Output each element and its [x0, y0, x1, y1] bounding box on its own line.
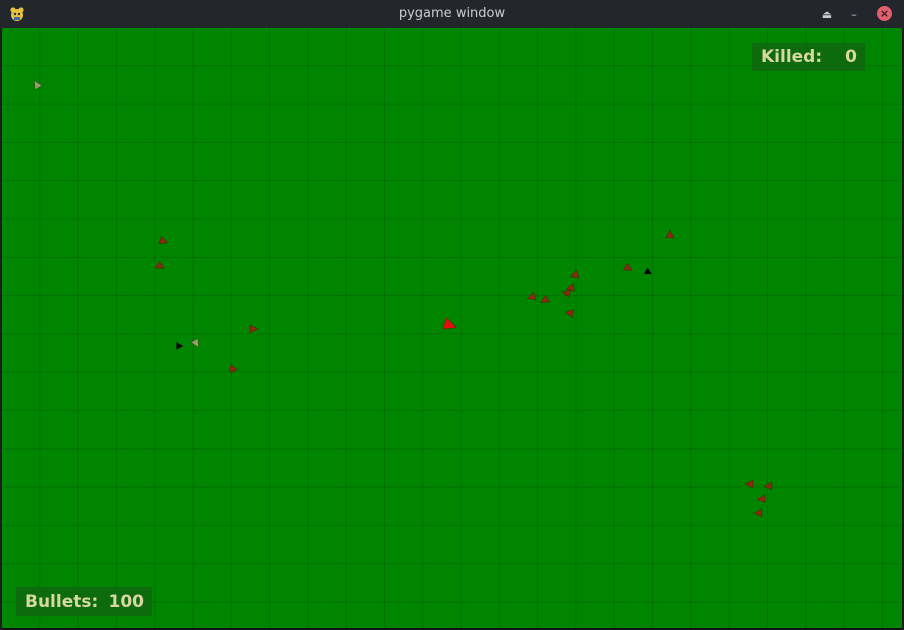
enemy-sprite	[763, 481, 773, 491]
bullets-counter: Bullets: 100	[16, 587, 152, 616]
dead-sprite	[190, 337, 199, 348]
bullet-sprite	[176, 341, 184, 351]
killed-counter: Killed: 0	[752, 43, 865, 71]
enemy-sprite	[564, 309, 575, 318]
bullet-sprite	[643, 267, 653, 275]
player-sprite	[441, 317, 458, 330]
game-canvas[interactable]: Killed: 0 Bullets: 100	[2, 28, 902, 630]
sprite-layer	[34, 80, 773, 518]
enemy-sprite	[753, 508, 763, 518]
eject-icon[interactable]: ⏏	[819, 6, 835, 22]
enemy-sprite	[154, 260, 165, 269]
bullets-label: Bullets:	[25, 591, 99, 612]
window-titlebar: pygame window ⏏ – ×	[0, 0, 904, 28]
window-title: pygame window	[398, 6, 506, 21]
dead-sprite	[34, 80, 43, 91]
enemy-sprite	[622, 262, 633, 271]
enemy-sprite	[756, 494, 767, 503]
enemy-sprite	[540, 294, 551, 303]
minimize-icon[interactable]: –	[846, 6, 862, 22]
enemy-sprite	[744, 479, 754, 489]
enemy-sprite	[158, 235, 169, 245]
enemy-sprite	[526, 291, 537, 301]
killed-value: 0	[845, 47, 857, 67]
enemy-sprite	[228, 364, 239, 373]
enemy-sprite	[569, 269, 580, 279]
bullets-value: 100	[108, 591, 145, 612]
enemy-sprite	[249, 324, 259, 334]
enemy-sprite	[665, 229, 675, 239]
close-icon[interactable]: ×	[877, 6, 892, 21]
killed-label: Killed:	[761, 47, 823, 67]
